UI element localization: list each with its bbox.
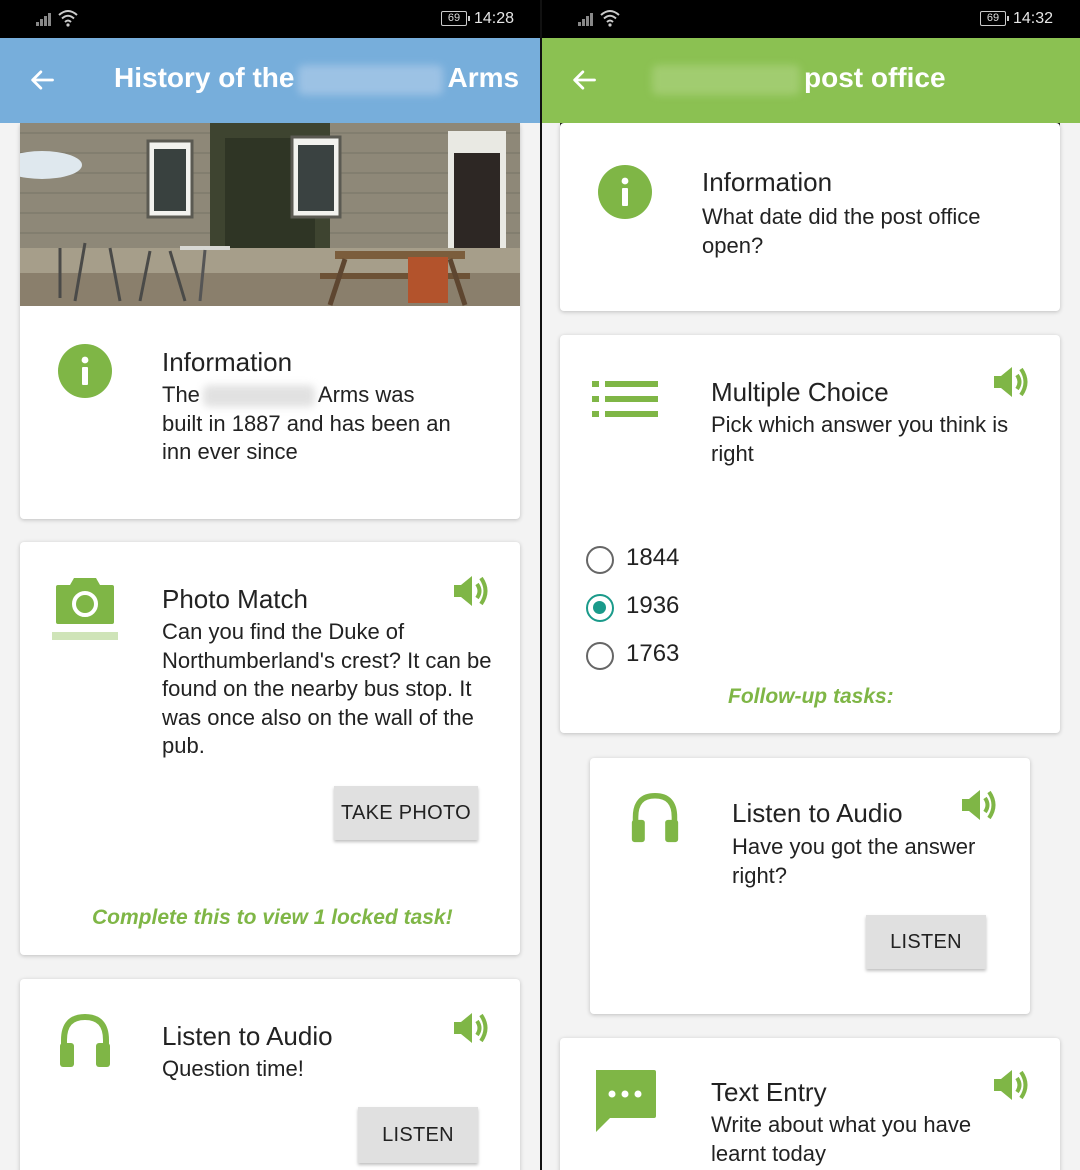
card-body: Pick which answer you think is right	[711, 412, 1009, 466]
listen-button[interactable]: LISTEN	[358, 1107, 478, 1163]
redacted-name	[652, 64, 800, 95]
card-heading: Multiple Choice	[711, 377, 889, 407]
wifi-icon	[600, 10, 620, 27]
page-title: History of the Arms	[114, 62, 520, 95]
card-body: Can you find the Duke of Northumberland'…	[162, 619, 492, 758]
card-body: Question time!	[162, 1056, 304, 1081]
pub-photo	[20, 123, 520, 306]
redacted-name	[202, 385, 315, 408]
card-body: Have you got the answer right?	[732, 834, 976, 888]
list-icon	[592, 381, 658, 417]
speaker-icon[interactable]	[960, 786, 998, 824]
locked-task-note: Complete this to view 1 locked task!	[92, 906, 453, 929]
answer-label: 1936	[626, 592, 680, 619]
listen-to-audio-card: Listen to Audio Have you got the answer …	[590, 758, 1030, 1014]
chat-icon	[596, 1070, 656, 1132]
card-heading: Information	[162, 347, 293, 377]
right-phone-screen: 69 14:32 post office Information What da…	[542, 0, 1080, 1170]
card-body: The Arms was built in 1887 and has been a…	[162, 382, 451, 464]
text-entry-card: Text Entry Write about what you have lea…	[560, 1038, 1060, 1170]
status-bar: 69 14:32	[542, 0, 1080, 38]
card-heading: Listen to Audio	[162, 1021, 333, 1051]
listen-button[interactable]: LISTEN	[866, 915, 986, 969]
signal-icon	[36, 12, 54, 26]
card-body: Write about what you have learnt today	[711, 1112, 972, 1166]
answer-label: 1763	[626, 640, 680, 667]
app-bar: History of the Arms	[0, 38, 540, 123]
listen-to-audio-card: Listen to Audio Question time! LISTEN	[20, 979, 520, 1170]
card-heading: Information	[702, 167, 833, 197]
task-list: Information The Arms was built in 1887 an…	[0, 123, 540, 1170]
battery-icon: 69	[980, 11, 1009, 26]
page-title: post office	[648, 62, 946, 95]
task-list: Information What date did the post offic…	[542, 123, 1080, 1170]
radio-button[interactable]	[586, 546, 614, 574]
answer-label: 1844	[626, 544, 680, 571]
clock: 14:28	[474, 10, 515, 27]
card-heading: Text Entry	[711, 1077, 827, 1107]
redacted-name	[298, 64, 444, 95]
clock: 14:32	[1013, 10, 1054, 27]
info-icon	[58, 344, 112, 398]
card-heading: Photo Match	[162, 584, 308, 614]
take-photo-button[interactable]: TAKE PHOTO	[334, 786, 478, 840]
information-card: Information What date did the post offic…	[560, 123, 1060, 311]
back-arrow-icon[interactable]	[28, 66, 56, 94]
status-bar: 69 14:28	[0, 0, 540, 38]
camera-icon	[52, 578, 118, 640]
follow-up-label: Follow-up tasks:	[728, 685, 894, 708]
speaker-icon[interactable]	[452, 1009, 490, 1047]
radio-button[interactable]	[586, 642, 614, 670]
headphones-icon	[60, 1013, 110, 1067]
photo-match-card: Photo Match Can you find the Duke of Nor…	[20, 542, 520, 955]
left-phone-screen: 69 14:28 History of the Arms Information…	[0, 0, 540, 1170]
speaker-icon[interactable]	[992, 1066, 1030, 1104]
info-icon	[598, 165, 652, 219]
speaker-icon[interactable]	[992, 363, 1030, 401]
multiple-choice-card: Multiple Choice Pick which answer you th…	[560, 335, 1060, 733]
wifi-icon	[58, 10, 78, 27]
card-heading: Listen to Audio	[732, 798, 903, 828]
radio-button-selected[interactable]	[586, 594, 614, 622]
headphones-icon	[631, 792, 679, 843]
signal-icon	[578, 12, 596, 26]
card-body: What date did the post office open?	[702, 204, 981, 258]
app-bar: post office	[542, 38, 1080, 123]
speaker-icon[interactable]	[452, 572, 490, 610]
battery-icon: 69	[441, 11, 470, 26]
back-arrow-icon[interactable]	[570, 66, 598, 94]
